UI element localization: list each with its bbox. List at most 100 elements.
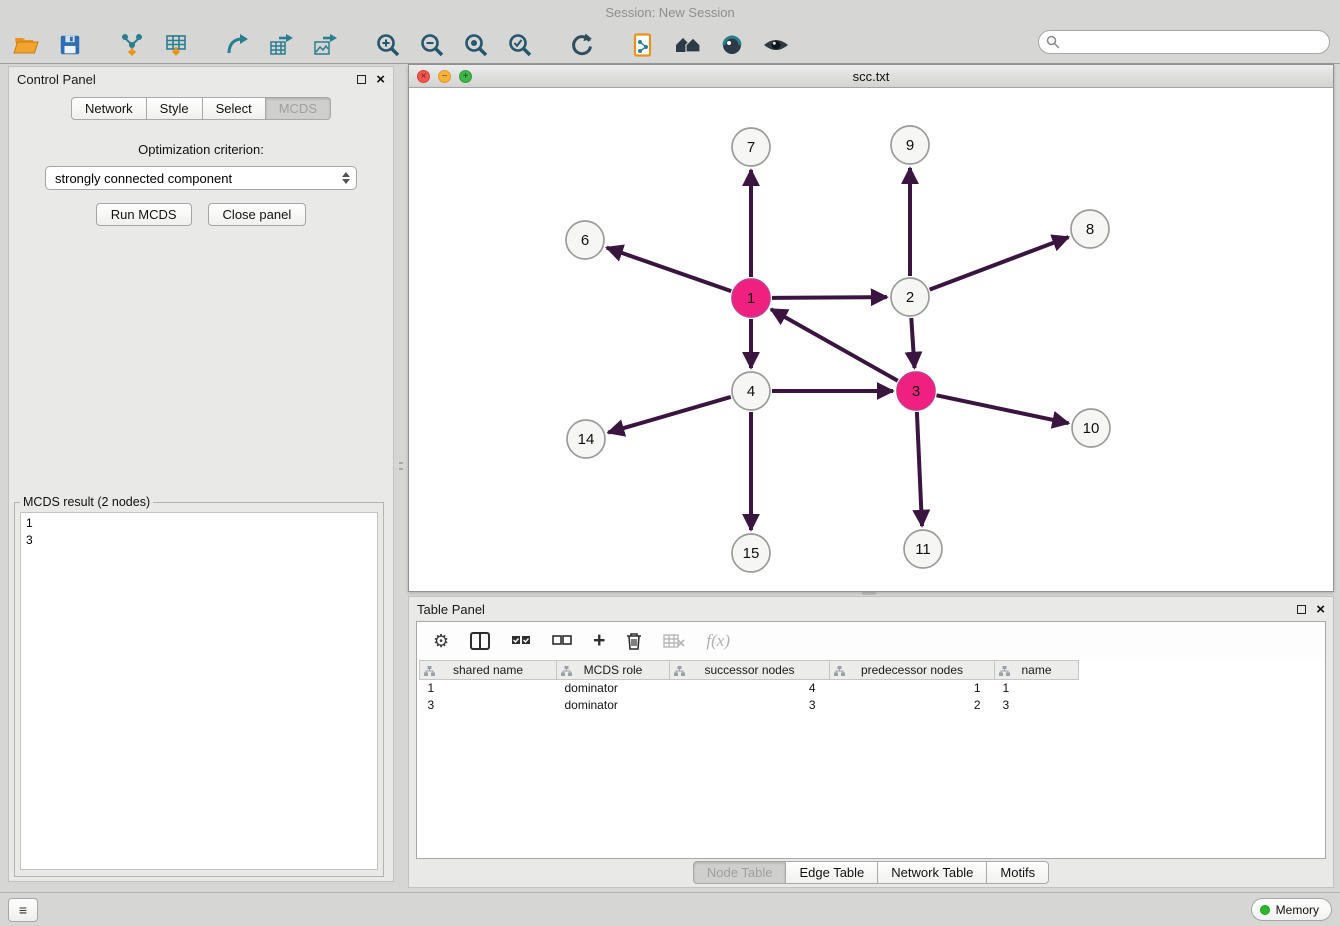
close-panel-icon[interactable]: ×: [376, 72, 385, 87]
table-cell[interactable]: 3: [670, 697, 830, 714]
delete-column-button[interactable]: [626, 632, 642, 650]
graph-node-9[interactable]: 9: [891, 126, 929, 164]
close-panel-button[interactable]: Close panel: [208, 203, 307, 226]
column-header-name[interactable]: name: [995, 661, 1079, 680]
graph-node-10[interactable]: 10: [1072, 409, 1110, 447]
graph-edge-1-6[interactable]: [607, 248, 732, 292]
run-mcds-button[interactable]: Run MCDS: [96, 203, 192, 226]
home-button[interactable]: [672, 29, 704, 61]
graph-node-14[interactable]: 14: [567, 420, 605, 458]
window-titlebar: Session: New Session: [0, 0, 1340, 26]
optimization-criterion-label: Optimization criterion:: [9, 142, 393, 157]
tab-network[interactable]: Network: [71, 97, 147, 120]
table-body: 1dominator4113dominator323: [420, 680, 1079, 714]
zoom-selected-button[interactable]: [504, 29, 536, 61]
zoom-out-button[interactable]: [416, 29, 448, 61]
zoom-fit-button[interactable]: [460, 29, 492, 61]
function-builder-button[interactable]: f(x): [706, 631, 730, 651]
graph-node-8[interactable]: 8: [1071, 210, 1109, 248]
network-canvas[interactable]: 7 9 6 8 1 2 4 3 14 10 15 11: [409, 88, 1333, 591]
svg-text:6: 6: [581, 232, 589, 249]
graph-edge-3-10[interactable]: [937, 395, 1069, 423]
control-panel-title: Control Panel: [17, 72, 96, 87]
show-columns-button[interactable]: [470, 632, 490, 650]
table-cell[interactable]: 3: [420, 697, 557, 714]
import-network-button[interactable]: [116, 29, 148, 61]
table-cell[interactable]: dominator: [557, 680, 670, 697]
style-button[interactable]: [716, 29, 748, 61]
column-header-shared-name[interactable]: shared name: [420, 661, 557, 680]
graph-edge-1-2[interactable]: [772, 297, 887, 298]
network-window-titlebar: ×−+ scc.txt: [409, 65, 1333, 88]
zoom-window-button[interactable]: +: [459, 70, 472, 83]
tab-edge-table[interactable]: Edge Table: [785, 861, 878, 884]
export-image-button[interactable]: [310, 29, 342, 61]
graph-node-4[interactable]: 4: [732, 372, 770, 410]
search-input[interactable]: [1038, 30, 1330, 54]
tab-motifs[interactable]: Motifs: [986, 861, 1049, 884]
close-table-panel-icon[interactable]: ×: [1316, 602, 1325, 617]
select-all-columns-button[interactable]: [511, 635, 531, 647]
table-cell[interactable]: 2: [830, 697, 995, 714]
graph-edge-4-14[interactable]: [608, 397, 731, 433]
tab-node-table[interactable]: Node Table: [693, 861, 787, 884]
table-row[interactable]: 3dominator323: [420, 697, 1079, 714]
tab-network-table[interactable]: Network Table: [877, 861, 987, 884]
refresh-button[interactable]: [566, 29, 598, 61]
save-icon: [58, 33, 82, 57]
vertical-splitter[interactable]: [395, 66, 407, 882]
graph-node-11[interactable]: 11: [904, 530, 942, 568]
zoom-in-button[interactable]: [372, 29, 404, 61]
optimization-criterion-select[interactable]: strongly connected component: [45, 166, 357, 190]
column-header-successor-nodes[interactable]: successor nodes: [670, 661, 830, 680]
save-session-button[interactable]: [54, 29, 86, 61]
graph-node-7[interactable]: 7: [732, 128, 770, 166]
tab-style[interactable]: Style: [146, 97, 203, 120]
column-hierarchy-icon: [561, 666, 572, 676]
table-cell[interactable]: 4: [670, 680, 830, 697]
refresh-icon: [569, 32, 595, 58]
delete-table-button[interactable]: [663, 634, 685, 648]
table-panel: Table Panel × ⚙ +: [408, 596, 1334, 888]
status-bar: ≡ Memory: [0, 892, 1340, 926]
tab-select[interactable]: Select: [202, 97, 266, 120]
import-table-button[interactable]: [160, 29, 192, 61]
column-header-MCDS-role[interactable]: MCDS role: [557, 661, 670, 680]
graph-node-2[interactable]: 2: [891, 278, 929, 316]
table-panel-header: Table Panel ×: [409, 597, 1333, 621]
tab-mcds[interactable]: MCDS: [265, 97, 331, 120]
open-session-button[interactable]: [10, 29, 42, 61]
table-settings-button[interactable]: ⚙: [433, 631, 449, 652]
table-cell[interactable]: 1: [420, 680, 557, 697]
export-document-button[interactable]: [628, 29, 660, 61]
graph-node-15[interactable]: 15: [732, 534, 770, 572]
export-network-button[interactable]: [222, 29, 254, 61]
create-column-button[interactable]: +: [593, 629, 605, 653]
graph-edge-3-1[interactable]: [771, 309, 898, 380]
memory-button[interactable]: Memory: [1251, 898, 1332, 921]
float-table-panel-icon[interactable]: [1297, 605, 1306, 614]
table-cell[interactable]: 3: [995, 697, 1079, 714]
close-window-button[interactable]: ×: [417, 70, 430, 83]
table-cell[interactable]: 1: [830, 680, 995, 697]
folder-open-icon: [13, 32, 39, 58]
svg-text:2: 2: [906, 289, 914, 306]
graph-edge-2-3[interactable]: [911, 318, 914, 368]
float-panel-icon[interactable]: [357, 75, 366, 84]
graph-edge-2-8[interactable]: [930, 237, 1069, 290]
table-cell[interactable]: 1: [995, 680, 1079, 697]
graph-edge-3-11[interactable]: [917, 412, 922, 526]
graph-node-6[interactable]: 6: [566, 221, 604, 259]
table-cell[interactable]: dominator: [557, 697, 670, 714]
task-history-button[interactable]: ≡: [8, 898, 38, 922]
graph-node-1[interactable]: 1: [732, 279, 770, 317]
graph-node-3[interactable]: 3: [897, 372, 935, 410]
deselect-all-icon: [552, 635, 572, 647]
minimize-window-button[interactable]: −: [438, 70, 451, 83]
export-table-button[interactable]: [266, 29, 298, 61]
show-hide-details-button[interactable]: [760, 29, 792, 61]
column-header-predecessor-nodes[interactable]: predecessor nodes: [830, 661, 995, 680]
deselect-all-columns-button[interactable]: [552, 635, 572, 647]
table-row[interactable]: 1dominator411: [420, 680, 1079, 697]
memory-label: Memory: [1276, 903, 1319, 917]
